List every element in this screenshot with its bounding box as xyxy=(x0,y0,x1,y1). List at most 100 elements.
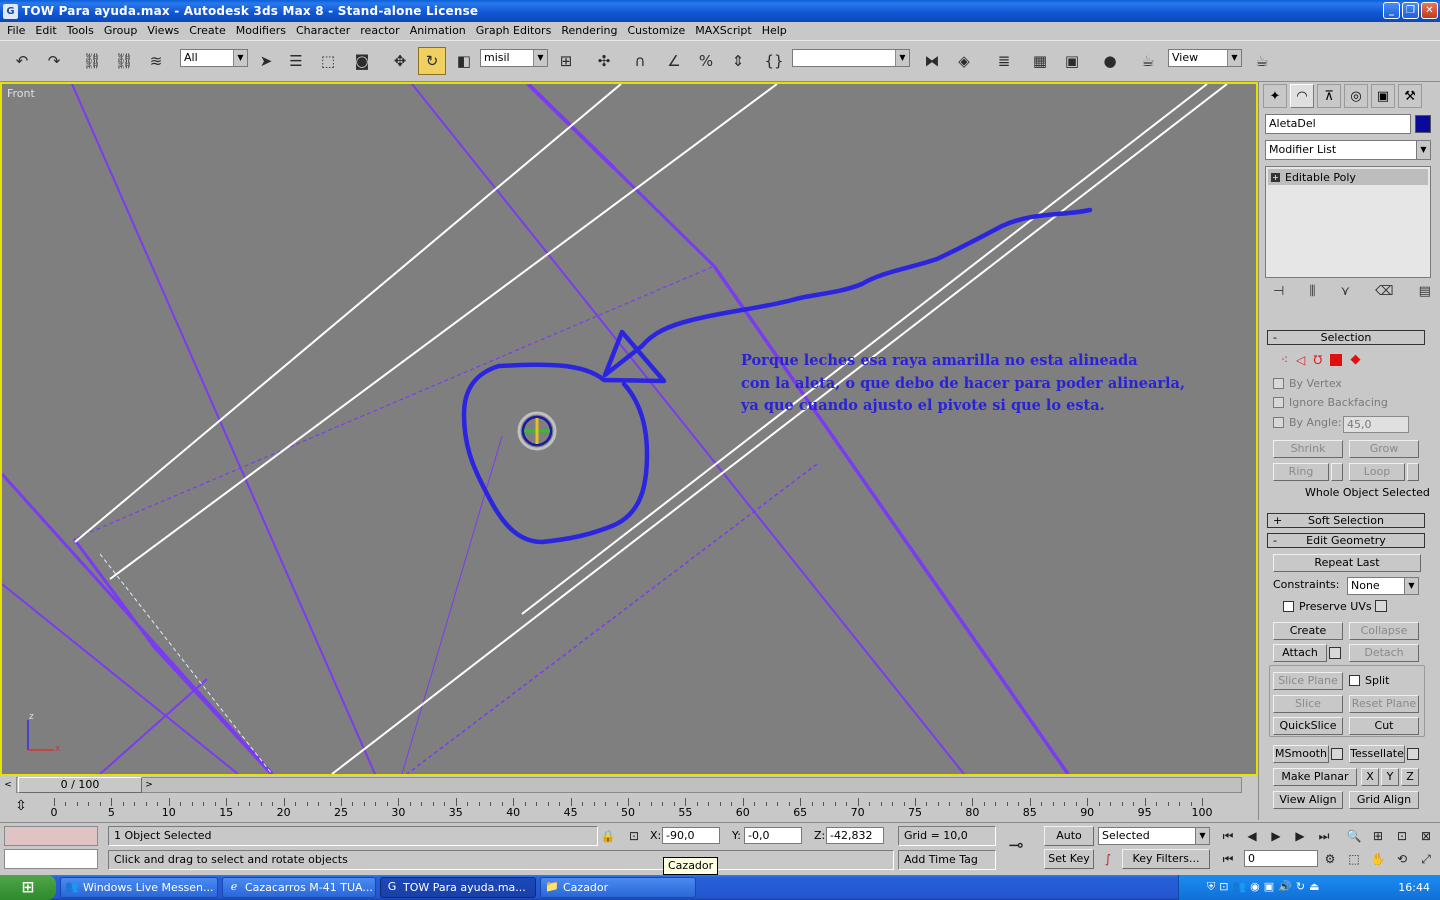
border-icon[interactable]: ℧ xyxy=(1313,353,1322,367)
y-coordinate-field[interactable]: -0,0 xyxy=(744,827,802,844)
configure-modifier-sets-icon[interactable]: ▤ xyxy=(1419,284,1431,304)
bind-space-warp-icon[interactable]: ≋ xyxy=(142,47,170,75)
spinner-snap-icon[interactable]: ⇕ xyxy=(724,47,752,75)
auto-key-button[interactable]: Auto Key xyxy=(1044,826,1094,860)
go-to-start-icon[interactable]: ⏮ xyxy=(1218,827,1238,845)
planar-y-button[interactable]: Y xyxy=(1381,768,1399,786)
key-mode-dropdown[interactable]: Selected ▼ xyxy=(1098,827,1210,845)
time-slider-track[interactable] xyxy=(16,777,1242,793)
reference-coordinate-dropdown[interactable]: misil ▼ xyxy=(480,49,548,67)
minimize-button[interactable]: _ xyxy=(1383,2,1400,19)
menu-edit[interactable]: Edit xyxy=(30,22,61,40)
select-by-name-icon[interactable]: ☰ xyxy=(282,47,310,75)
zoom-extents-all-icon[interactable]: ⊠ xyxy=(1416,827,1436,845)
maxscript-listener-mini[interactable] xyxy=(4,826,98,846)
rollout-area[interactable]: - Selection ⁖ ◁ ℧ ◆ By Vertex Ignore Back… xyxy=(1259,322,1440,820)
make-planar-button[interactable]: Make Planar xyxy=(1273,768,1357,786)
selection-rollout-header[interactable]: - Selection xyxy=(1267,330,1425,345)
region-zoom-icon[interactable]: ⬚ xyxy=(1344,850,1364,868)
arc-rotate-icon[interactable]: ⟲ xyxy=(1392,850,1412,868)
slice-button[interactable]: Slice xyxy=(1273,695,1343,713)
zoom-icon[interactable]: 🔍 xyxy=(1344,827,1364,845)
set-key-button[interactable]: Set Key xyxy=(1044,849,1094,869)
add-time-tag[interactable]: Add Time Tag xyxy=(898,850,996,870)
soft-selection-rollout-header[interactable]: + Soft Selection xyxy=(1267,513,1425,528)
shield-icon[interactable]: ⛨ xyxy=(1207,880,1215,894)
zoom-extents-icon[interactable]: ⊡ xyxy=(1392,827,1412,845)
start-button[interactable]: ⊞ xyxy=(0,875,56,900)
menu-character[interactable]: Character xyxy=(291,22,355,40)
close-button[interactable]: ✕ xyxy=(1421,2,1438,19)
zoom-all-icon[interactable]: ⊞ xyxy=(1368,827,1388,845)
key-mode-toggle-icon[interactable]: ⏮ xyxy=(1218,850,1238,868)
hierarchy-tab-icon[interactable]: ⊼ xyxy=(1317,84,1341,108)
split-checkbox[interactable]: Split xyxy=(1349,674,1389,687)
menu-file[interactable]: File xyxy=(2,22,30,40)
menu-modifiers[interactable]: Modifiers xyxy=(231,22,291,40)
menu-views[interactable]: Views xyxy=(142,22,184,40)
create-button[interactable]: Create xyxy=(1273,622,1343,640)
menu-maxscript[interactable]: MAXScript xyxy=(690,22,756,40)
ignore-backfacing-checkbox[interactable]: Ignore Backfacing xyxy=(1273,396,1388,409)
menu-customize[interactable]: Customize xyxy=(622,22,690,40)
loop-spinner[interactable] xyxy=(1407,463,1419,481)
time-slider-next-icon[interactable]: > xyxy=(142,777,156,793)
maxscript-input-mini[interactable] xyxy=(4,849,98,869)
by-vertex-checkbox[interactable]: By Vertex xyxy=(1273,377,1342,390)
absolute-mode-icon[interactable]: ⊡ xyxy=(624,827,644,845)
undo-icon[interactable]: ↶ xyxy=(8,47,36,75)
edit-geometry-rollout-header[interactable]: - Edit Geometry xyxy=(1267,533,1425,548)
next-frame-icon[interactable]: ▶ xyxy=(1290,827,1310,845)
planar-x-button[interactable]: X xyxy=(1361,768,1379,786)
open-mini-curve-editor-icon[interactable]: ⇳ xyxy=(10,798,32,818)
current-frame-field[interactable]: 0 xyxy=(1244,850,1318,867)
pivot-center-icon[interactable]: ⊞ xyxy=(552,47,580,75)
preserve-uvs-checkbox[interactable]: Preserve UVs xyxy=(1283,600,1372,613)
snap-toggle-icon[interactable]: ∩ xyxy=(626,47,654,75)
material-editor-icon[interactable]: ● xyxy=(1096,47,1124,75)
slice-plane-button[interactable]: Slice Plane xyxy=(1273,672,1343,690)
reset-plane-button[interactable]: Reset Plane xyxy=(1349,695,1419,713)
menu-group[interactable]: Group xyxy=(99,22,143,40)
unlink-icon[interactable]: ⛓ xyxy=(110,47,138,75)
quick-render-icon[interactable]: ☕ xyxy=(1248,47,1276,75)
menu-reactor[interactable]: reactor xyxy=(355,22,404,40)
stack-item-editable-poly[interactable]: + Editable Poly xyxy=(1268,169,1428,185)
safely-remove-icon[interactable]: ⏏ xyxy=(1309,880,1319,894)
remove-modifier-icon[interactable]: ⌫ xyxy=(1375,284,1393,304)
select-and-link-icon[interactable]: ⛓ xyxy=(78,47,106,75)
time-slider-thumb[interactable]: 0 / 100 xyxy=(18,777,142,793)
set-key-icon[interactable]: ⊸ xyxy=(1006,837,1026,855)
shrink-button[interactable]: Shrink xyxy=(1273,440,1343,458)
element-icon[interactable]: ◆ xyxy=(1350,352,1360,367)
polygon-icon[interactable] xyxy=(1330,353,1343,366)
volume-icon[interactable]: 🔊 xyxy=(1278,880,1292,894)
time-configuration-icon[interactable]: ⚙ xyxy=(1320,850,1340,868)
angle-snap-icon[interactable]: ∠ xyxy=(660,47,688,75)
menu-create[interactable]: Create xyxy=(184,22,231,40)
timeline-ruler[interactable]: 0 5 10 15 20 25 30 35 40 45 50 55 60 65 70 75 80 85 90 95 10… xyxy=(51,796,1213,822)
grid-align-button[interactable]: Grid Align xyxy=(1349,791,1419,809)
select-and-scale-icon[interactable]: ◧ xyxy=(450,47,478,75)
attach-button[interactable]: Attach xyxy=(1273,644,1327,662)
create-tab-icon[interactable]: ✦ xyxy=(1263,84,1287,108)
pin-stack-icon[interactable]: ⊣ xyxy=(1273,284,1284,304)
render-scene-icon[interactable]: ☕ xyxy=(1134,47,1162,75)
by-angle-checkbox[interactable]: By Angle: xyxy=(1273,416,1342,429)
time-slider-prev-icon[interactable]: < xyxy=(1,777,15,793)
collapse-button[interactable]: Collapse xyxy=(1349,622,1419,640)
modifier-list-dropdown[interactable]: Modifier List ▼ xyxy=(1265,140,1431,160)
antivirus-icon[interactable]: ◉ xyxy=(1250,880,1260,894)
viewport-label[interactable]: Front xyxy=(7,87,35,100)
named-selection-dropdown[interactable]: ▼ xyxy=(792,49,910,67)
x-coordinate-field[interactable]: -90,0 xyxy=(662,827,720,844)
motion-tab-icon[interactable]: ◎ xyxy=(1344,84,1368,108)
view-align-button[interactable]: View Align xyxy=(1273,791,1343,809)
schematic-view-icon[interactable]: ▣ xyxy=(1058,47,1086,75)
cut-button[interactable]: Cut xyxy=(1349,717,1419,735)
msmooth-settings-icon[interactable] xyxy=(1331,748,1343,760)
display-icon[interactable]: ▣ xyxy=(1264,880,1274,894)
messenger-tray-icon[interactable]: 👥 xyxy=(1232,880,1246,894)
3dsmax-app-icon[interactable]: G xyxy=(3,3,18,19)
pan-view-icon[interactable]: ✋ xyxy=(1368,850,1388,868)
